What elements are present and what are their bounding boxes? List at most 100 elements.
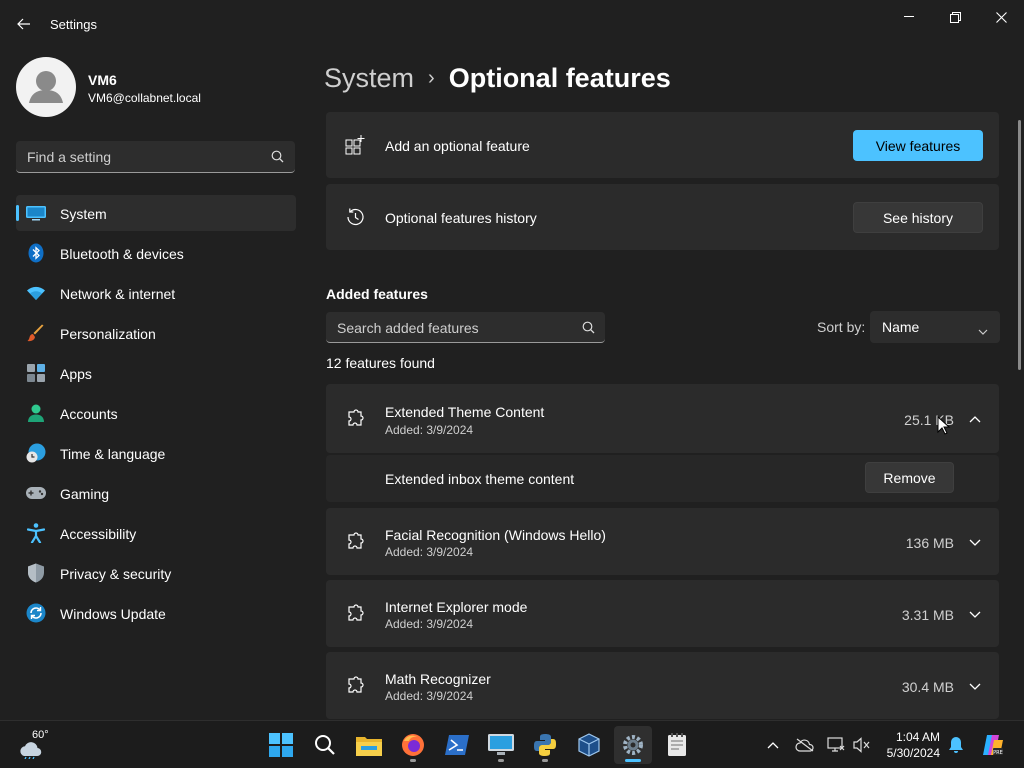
search-added-features-input[interactable]: Search added features <box>326 312 605 343</box>
avatar[interactable] <box>16 57 76 117</box>
app-title: Settings <box>50 17 97 32</box>
search-icon <box>271 150 284 168</box>
sidebar-item-personalization[interactable]: Personalization <box>16 315 296 351</box>
feature-row[interactable]: Facial Recognition (Windows Hello) Added… <box>326 508 999 575</box>
puzzle-icon <box>344 531 366 553</box>
breadcrumb-parent[interactable]: System <box>324 63 414 94</box>
remote-desktop-icon <box>488 734 514 755</box>
remove-button[interactable]: Remove <box>865 462 954 493</box>
bluetooth-icon <box>26 243 46 263</box>
network-icon[interactable] <box>826 735 846 755</box>
sidebar-item-windows-update[interactable]: Windows Update <box>16 595 296 631</box>
view-features-button[interactable]: View features <box>853 130 983 161</box>
sidebar-item-label: Personalization <box>60 326 156 342</box>
sort-by-label: Sort by: <box>817 319 866 335</box>
taskbar-virtualbox[interactable] <box>570 726 608 764</box>
notification-bell-icon[interactable] <box>946 735 966 755</box>
feature-date: Added: 3/9/2024 <box>385 545 474 559</box>
chevron-down-icon[interactable] <box>967 534 983 550</box>
history-card: Optional features history See history <box>326 184 999 250</box>
gamepad-icon <box>26 483 46 503</box>
title-bar: Settings <box>0 0 1024 48</box>
user-silhouette-icon <box>29 71 63 103</box>
back-button[interactable] <box>10 10 38 38</box>
feature-date: Added: 3/9/2024 <box>385 423 474 437</box>
feature-size: 30.4 MB <box>901 679 954 695</box>
sidebar-item-label: Accessibility <box>60 526 137 542</box>
page-title: Optional features <box>448 62 671 93</box>
close-icon <box>995 11 1007 23</box>
feature-date: Added: 3/9/2024 <box>385 689 474 703</box>
copilot-icon[interactable]: PRE <box>980 733 1004 757</box>
brush-icon <box>26 323 46 343</box>
scrollbar[interactable] <box>1018 120 1021 370</box>
sidebar-item-apps[interactable]: Apps <box>16 355 296 391</box>
taskbar-start[interactable] <box>262 726 300 764</box>
accessibility-icon <box>26 523 46 543</box>
sidebar-item-accounts[interactable]: Accounts <box>16 395 296 431</box>
settings-icon <box>623 735 643 755</box>
file-explorer-icon <box>356 737 382 756</box>
search-added-placeholder: Search added features <box>337 320 479 336</box>
powershell-icon <box>445 735 469 755</box>
apps-icon <box>26 363 46 383</box>
sidebar-item-time-language[interactable]: Time & language <box>16 435 296 471</box>
running-indicator <box>498 759 504 762</box>
taskbar-powershell[interactable] <box>438 726 476 764</box>
chevron-down-icon[interactable] <box>967 678 983 694</box>
sidebar-nav: System Bluetooth & devices Network & int… <box>16 195 296 635</box>
feature-row[interactable]: Math Recognizer Added: 3/9/2024 30.4 MB <box>326 652 999 719</box>
system-clock[interactable]: 1:04 AM 5/30/2024 <box>887 729 940 761</box>
find-setting-input[interactable]: Find a setting <box>16 141 295 173</box>
sidebar-item-label: Network & internet <box>60 286 176 302</box>
feature-size: 3.31 MB <box>901 607 954 623</box>
taskbar-settings[interactable] <box>614 726 652 764</box>
puzzle-icon <box>344 603 366 625</box>
features-count: 12 features found <box>326 355 435 371</box>
add-feature-label: Add an optional feature <box>385 138 530 154</box>
feature-row[interactable]: Extended Theme Content Added: 3/9/2024 2… <box>326 384 999 453</box>
svg-text:PRE: PRE <box>993 750 1003 756</box>
restore-button[interactable] <box>932 2 978 32</box>
minimize-icon <box>904 16 914 17</box>
taskbar-file-explorer[interactable] <box>350 726 388 764</box>
onedrive-offline-icon[interactable] <box>795 735 815 755</box>
taskbar-firefox[interactable] <box>394 726 432 764</box>
sidebar-item-system[interactable]: System <box>16 195 296 231</box>
weather-icon <box>20 742 42 759</box>
sidebar-item-label: Time & language <box>60 446 166 462</box>
feature-row[interactable]: Internet Explorer mode Added: 3/9/2024 3… <box>326 580 999 647</box>
sidebar-item-label: Windows Update <box>60 606 166 622</box>
sidebar-item-label: Privacy & security <box>60 566 172 582</box>
sidebar-item-label: Apps <box>60 366 92 382</box>
minimize-button[interactable] <box>886 2 932 32</box>
volume-muted-icon[interactable] <box>852 735 872 755</box>
close-button[interactable] <box>978 2 1024 32</box>
sort-by-value: Name <box>882 319 920 335</box>
taskbar: 60° 1:04 AM 5/30/2024 PRE <box>0 720 1024 768</box>
search-icon <box>315 735 335 755</box>
sidebar-item-privacy[interactable]: Privacy & security <box>16 555 296 591</box>
weather-temperature: 60° <box>32 729 49 741</box>
sort-by-dropdown[interactable]: Name <box>870 311 1000 343</box>
see-history-button[interactable]: See history <box>853 202 983 233</box>
find-setting-placeholder: Find a setting <box>27 149 112 165</box>
chevron-down-icon[interactable] <box>967 606 983 622</box>
update-icon <box>26 603 46 623</box>
taskbar-notepad[interactable] <box>658 726 696 764</box>
sidebar-item-gaming[interactable]: Gaming <box>16 475 296 511</box>
mouse-cursor-icon <box>937 416 951 435</box>
taskbar-python[interactable] <box>526 726 564 764</box>
feature-size: 136 MB <box>905 535 954 551</box>
sidebar-item-accessibility[interactable]: Accessibility <box>16 515 296 551</box>
virtualbox-icon <box>578 733 600 757</box>
running-indicator <box>410 759 416 762</box>
shield-icon <box>26 563 46 583</box>
chevron-up-icon[interactable] <box>967 411 983 427</box>
sidebar-item-network[interactable]: Network & internet <box>16 275 296 311</box>
taskbar-search[interactable] <box>306 726 344 764</box>
chevron-up-icon[interactable] <box>763 735 783 755</box>
taskbar-remote-desktop[interactable] <box>482 726 520 764</box>
sidebar-item-bluetooth[interactable]: Bluetooth & devices <box>16 235 296 271</box>
weather-widget[interactable]: 60° <box>12 725 52 765</box>
